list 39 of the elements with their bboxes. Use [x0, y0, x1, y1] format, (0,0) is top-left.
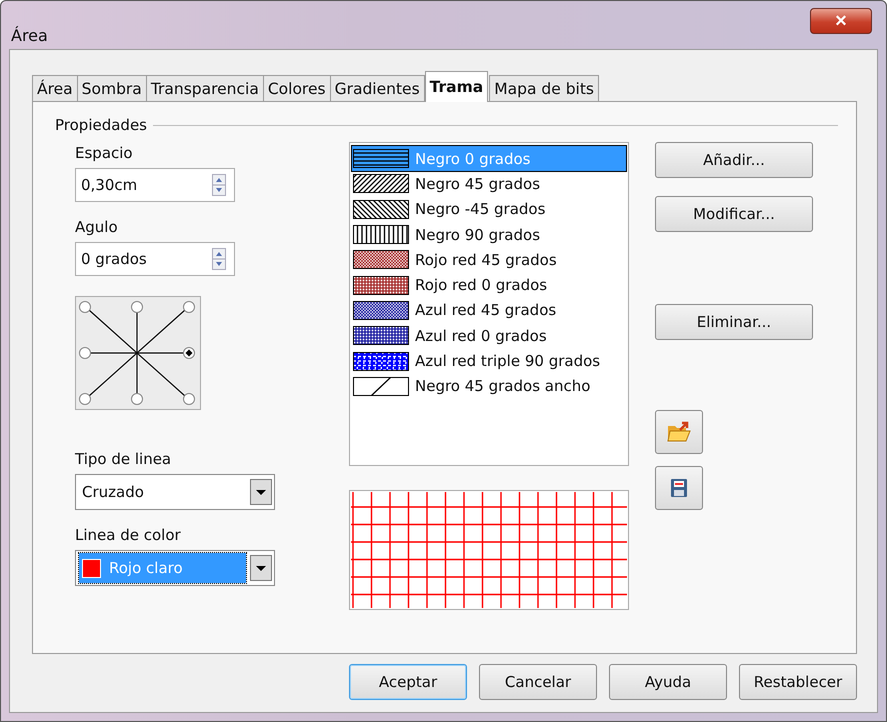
hatch-list-item[interactable]: Azul red triple 90 grados: [352, 348, 626, 374]
hatch-list-item[interactable]: Negro 90 grados: [352, 222, 626, 248]
hatch-list-item[interactable]: Negro 45 grados: [352, 171, 626, 197]
action-button[interactable]: Eliminar...: [655, 304, 813, 340]
save-button[interactable]: [655, 466, 703, 510]
load-button[interactable]: [655, 410, 703, 454]
dialog-button[interactable]: Aceptar: [349, 664, 467, 700]
hatch-list-item[interactable]: Rojo red 45 grados: [352, 247, 626, 272]
folder-icon: [667, 421, 691, 443]
angle-selector[interactable]: [75, 296, 201, 410]
field-label: Linea de color: [75, 526, 182, 546]
tab[interactable]: Transparencia: [146, 75, 264, 102]
tab[interactable]: Colores: [262, 75, 331, 102]
line-type-dropdown[interactable]: Cruzado: [75, 474, 275, 510]
tab[interactable]: Gradientes: [330, 75, 425, 102]
dialog-button[interactable]: Ayuda: [609, 664, 727, 700]
hatch-list-item[interactable]: Azul red 0 grados: [352, 323, 626, 348]
action-button[interactable]: Modificar...: [655, 196, 813, 232]
spin-arrows-icon[interactable]: [212, 174, 226, 196]
tab[interactable]: Sombra: [76, 75, 147, 102]
dialog-button[interactable]: Cancelar: [479, 664, 597, 700]
field-label: Agulo: [75, 218, 119, 238]
tab[interactable]: Trama: [424, 71, 488, 102]
dialog-button[interactable]: Restablecer: [739, 664, 857, 700]
field-label: Tipo de linea: [75, 450, 172, 470]
hatch-list-item[interactable]: Negro -45 grados: [352, 196, 626, 222]
action-button[interactable]: Añadir...: [655, 142, 813, 178]
group-title: Propiedades: [55, 116, 147, 134]
window-title: Área: [11, 26, 48, 44]
close-button[interactable]: ×: [810, 8, 872, 34]
spin-field[interactable]: 0,30cm: [75, 168, 235, 202]
spin-field[interactable]: 0 grados: [75, 242, 235, 276]
tab[interactable]: Mapa de bits: [489, 75, 599, 102]
tab[interactable]: Área: [32, 75, 78, 102]
spin-arrows-icon[interactable]: [212, 248, 226, 270]
field-label: Espacio: [75, 144, 134, 164]
hatch-list-item[interactable]: Azul red 45 grados: [352, 298, 626, 324]
hatch-list-item[interactable]: Negro 45 grados ancho: [352, 374, 626, 399]
hatch-list-item[interactable]: Rojo red 0 grados: [352, 272, 626, 298]
